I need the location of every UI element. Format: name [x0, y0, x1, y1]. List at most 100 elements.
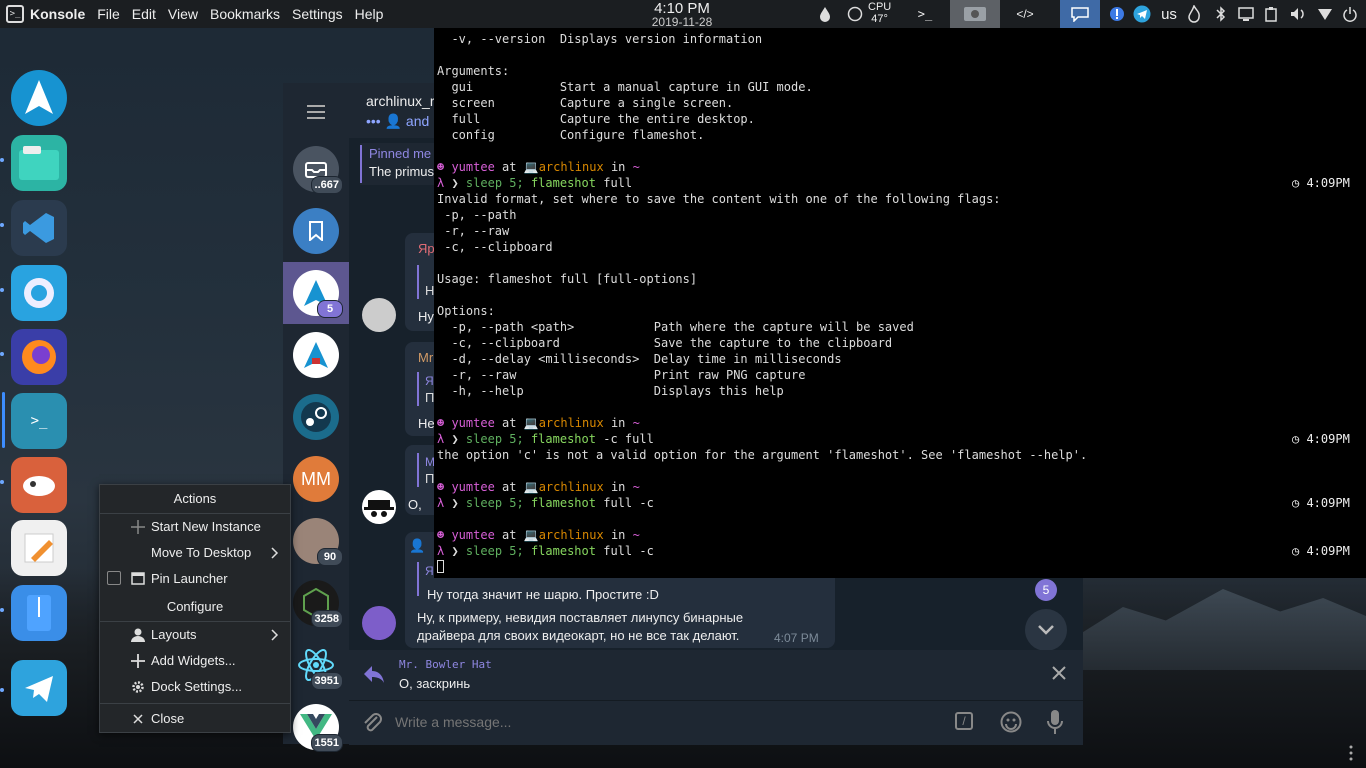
- screenshot-task-icon[interactable]: [950, 0, 1000, 28]
- dock-archive-manager[interactable]: [11, 585, 67, 641]
- emoji-icon[interactable]: [1000, 711, 1022, 733]
- terminal-task-icon[interactable]: >_: [910, 0, 940, 28]
- chat-task-icon[interactable]: [1060, 0, 1100, 28]
- cpu-load-icon[interactable]: [846, 0, 864, 28]
- menu-item-add-widgets[interactable]: Add Widgets...: [100, 649, 290, 673]
- menu-item-label: Dock Settings...: [151, 679, 243, 694]
- command-timestamp: ◷ 4:09PM: [1292, 176, 1350, 190]
- chat-nodejs[interactable]: 3258: [293, 580, 343, 628]
- dock-chromium[interactable]: [11, 265, 67, 321]
- prompt-at: at: [502, 480, 517, 494]
- konsole-app-icon: >_: [6, 5, 24, 23]
- dock-firefox[interactable]: [11, 329, 67, 385]
- menu-hamburger-icon[interactable]: [307, 105, 325, 119]
- microphone-icon[interactable]: [1047, 709, 1063, 735]
- notification-icon[interactable]: [1107, 0, 1127, 28]
- message-text-line2: Ну, к примеру, невидия поставляет линупс…: [417, 610, 744, 625]
- dock-terminal[interactable]: >_: [11, 393, 67, 449]
- unread-badge: 1551: [310, 734, 343, 752]
- chat-react[interactable]: 3951: [293, 642, 343, 690]
- clock[interactable]: 4:10 PM 2019-11-28: [600, 0, 764, 29]
- telegram-tray-icon[interactable]: [1131, 0, 1153, 28]
- display-icon[interactable]: [1236, 0, 1256, 28]
- dock-files[interactable]: [11, 135, 67, 191]
- scroll-down-button[interactable]: [1025, 609, 1067, 651]
- menu-bookmarks[interactable]: Bookmarks: [210, 6, 280, 22]
- menu-separator: [100, 513, 290, 514]
- dock-running-indicator: [0, 288, 4, 292]
- user-avatar[interactable]: [362, 298, 396, 332]
- menu-view[interactable]: View: [168, 6, 198, 22]
- command-sleep: sleep 5;: [465, 496, 524, 510]
- chat-arch-games[interactable]: [293, 332, 339, 378]
- water-drop-icon[interactable]: [816, 0, 834, 28]
- chat-saved-messages[interactable]: ..667: [293, 146, 343, 194]
- menu-settings[interactable]: Settings: [292, 6, 343, 22]
- prompt-at: at: [502, 528, 517, 542]
- dock-running-indicator: [0, 480, 4, 484]
- menu-file[interactable]: File: [97, 6, 120, 22]
- dock-gitkraken[interactable]: [11, 457, 67, 513]
- dock-arch-linux[interactable]: [11, 70, 67, 126]
- chat-steam[interactable]: [293, 394, 339, 440]
- menu-help[interactable]: Help: [355, 6, 384, 22]
- menu-item-label: Layouts: [151, 627, 197, 642]
- commands-icon[interactable]: /: [955, 712, 973, 730]
- menu-item-layouts[interactable]: Layouts: [100, 623, 290, 647]
- avatar-initials: MM: [301, 468, 331, 489]
- message-time: 4:07 PM: [774, 631, 819, 645]
- menu-separator: [100, 621, 290, 622]
- code-task-icon[interactable]: </>: [1010, 0, 1040, 28]
- terminal-line: Usage: flameshot full [full-options]: [437, 272, 698, 286]
- user-small-icon: 👤: [409, 538, 426, 553]
- close-reply-icon[interactable]: [1052, 666, 1066, 680]
- unread-badge: 90: [317, 548, 343, 566]
- unread-badge: 5: [317, 300, 343, 318]
- terminal-line: -d, --delay <milliseconds> Delay time in…: [437, 352, 842, 366]
- prompt-host: archlinux: [538, 160, 604, 174]
- cpu-temp-value: 47°: [871, 13, 888, 25]
- more-options-icon[interactable]: [1348, 744, 1354, 762]
- konsole-terminal[interactable]: -v, --version Displays version informati…: [434, 28, 1366, 578]
- gear-icon: [132, 681, 144, 693]
- menu-item-dock-settings[interactable]: Dock Settings...: [100, 675, 290, 699]
- chevron-down-icon: [1038, 625, 1054, 635]
- dock-vscode[interactable]: [11, 200, 67, 256]
- prompt-path: ~: [632, 528, 640, 542]
- dock-text-editor[interactable]: [11, 520, 67, 576]
- bluetooth-icon[interactable]: [1212, 0, 1230, 28]
- attach-icon[interactable]: [361, 711, 383, 735]
- chat-vue[interactable]: 1551: [293, 704, 343, 752]
- network-icon[interactable]: [1316, 0, 1334, 28]
- chat-mm[interactable]: MM: [293, 456, 339, 502]
- menu-item-move-to-desktop[interactable]: Move To Desktop: [100, 541, 290, 565]
- pin-launcher-checkbox[interactable]: [107, 571, 121, 585]
- reply-quote-bar: [417, 453, 419, 487]
- volume-icon[interactable]: [1288, 0, 1308, 28]
- chat-archlinux[interactable]: 5: [293, 270, 343, 318]
- message-input[interactable]: [393, 709, 917, 735]
- power-icon[interactable]: [1340, 0, 1360, 28]
- command-sleep: sleep 5;: [465, 176, 524, 190]
- chat-photo[interactable]: 90: [293, 518, 343, 566]
- menu-item-start-new-instance[interactable]: Start New Instance: [100, 515, 290, 539]
- menu-edit[interactable]: Edit: [132, 6, 156, 22]
- clipboard-icon[interactable]: [1262, 0, 1280, 28]
- timestamp-text: 4:09PM: [1306, 544, 1350, 558]
- menu-item-label: Pin Launcher: [151, 571, 228, 586]
- cpu-temperature[interactable]: CPU 47°: [868, 1, 891, 25]
- menu-item-pin-launcher[interactable]: Pin Launcher: [100, 567, 290, 591]
- dock-telegram[interactable]: [11, 660, 67, 716]
- reply-preview[interactable]: Mr. Bowler Hat О, заскринь: [349, 650, 1083, 700]
- chat-bookmarks[interactable]: [293, 208, 339, 254]
- prompt-at: at: [502, 160, 517, 174]
- message-text-line3: драйвера для своих видеокарт, но не все …: [417, 628, 740, 643]
- dock-running-indicator: [0, 608, 4, 612]
- menu-item-close[interactable]: Close: [100, 707, 290, 731]
- terminal-line: -p, --path <path> Path where the capture…: [437, 320, 914, 334]
- user-avatar-bowler-hat[interactable]: [362, 490, 396, 524]
- prompt-at: at: [502, 416, 517, 430]
- flame-tray-icon[interactable]: [1183, 0, 1205, 28]
- keyboard-layout[interactable]: us: [1158, 0, 1180, 28]
- user-avatar[interactable]: [362, 606, 396, 640]
